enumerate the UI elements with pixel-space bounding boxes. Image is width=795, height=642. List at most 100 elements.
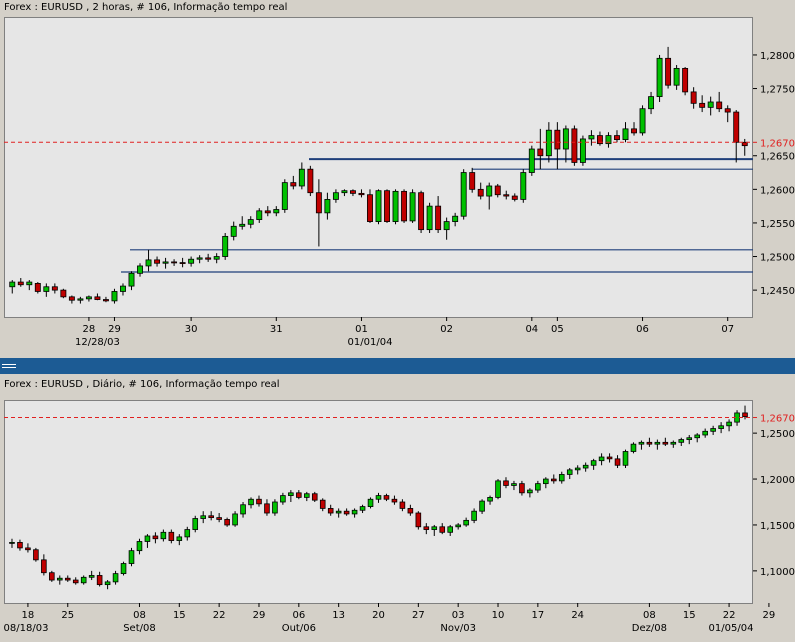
bullish-candle[interactable] xyxy=(375,190,382,222)
bullish-candle[interactable] xyxy=(707,101,714,108)
bullish-candle[interactable] xyxy=(443,221,450,231)
bearish-candle[interactable] xyxy=(51,286,58,291)
bullish-candle[interactable] xyxy=(230,225,237,237)
bearish-candle[interactable] xyxy=(179,262,186,264)
bearish-candle[interactable] xyxy=(716,101,723,110)
bearish-candle[interactable] xyxy=(384,190,390,222)
bullish-candle[interactable] xyxy=(341,190,348,194)
top-candlestick-chart[interactable]: 1,2450 1,2500 1,2550 1,2600 1,2650 1,2750 1,28… xyxy=(0,0,795,358)
time-tick-label: 29 xyxy=(763,610,776,621)
bullish-candle[interactable] xyxy=(281,182,288,210)
bearish-candle[interactable] xyxy=(315,192,322,214)
bearish-candle[interactable] xyxy=(682,67,689,93)
splitter-grip-icon[interactable] xyxy=(2,364,16,368)
bearish-candle[interactable] xyxy=(418,192,425,231)
bearish-candle[interactable] xyxy=(17,281,24,286)
bullish-candle[interactable] xyxy=(409,192,416,222)
bullish-candle[interactable] xyxy=(120,285,126,292)
bullish-candle[interactable] xyxy=(392,190,399,222)
bearish-candle[interactable] xyxy=(102,299,109,302)
bearish-candle[interactable] xyxy=(307,168,314,194)
bearish-candle[interactable] xyxy=(537,148,544,157)
bearish-candle[interactable] xyxy=(358,192,365,196)
bullish-candle[interactable] xyxy=(528,148,535,173)
bearish-candle[interactable] xyxy=(614,135,620,141)
bullish-candle[interactable] xyxy=(77,298,84,301)
bullish-candle[interactable] xyxy=(239,223,246,227)
bullish-candle[interactable] xyxy=(562,128,569,150)
bearish-candle[interactable] xyxy=(571,128,578,163)
price-tick-label: 1,2550 xyxy=(760,219,795,230)
time-tick-label: 29 xyxy=(108,324,121,335)
time-tick-label: 10 xyxy=(492,610,505,621)
bearish-candle[interactable] xyxy=(171,261,178,264)
bullish-candle[interactable] xyxy=(486,185,493,197)
bullish-candle[interactable] xyxy=(324,199,331,214)
bearish-candle[interactable] xyxy=(477,188,484,197)
bullish-candle[interactable] xyxy=(111,291,118,302)
bearish-candle[interactable] xyxy=(401,190,408,222)
bearish-candle[interactable] xyxy=(699,102,706,108)
price-tick-label: 1,2500 xyxy=(760,253,795,264)
bearish-candle[interactable] xyxy=(264,210,271,214)
bullish-candle[interactable] xyxy=(256,210,263,220)
bullish-candle[interactable] xyxy=(520,172,527,200)
bearish-candle[interactable] xyxy=(511,195,518,200)
time-tick-label: 06 xyxy=(636,324,649,335)
time-tick-label: 08 xyxy=(643,610,656,621)
bearish-candle[interactable] xyxy=(665,57,672,86)
bullish-candle[interactable] xyxy=(298,168,305,187)
bearish-candle[interactable] xyxy=(367,194,373,222)
bullish-candle[interactable] xyxy=(332,192,339,200)
price-tick-label: 1,2000 xyxy=(760,475,795,486)
bearish-candle[interactable] xyxy=(724,108,731,113)
panel-splitter[interactable] xyxy=(0,358,795,374)
bearish-candle[interactable] xyxy=(494,185,501,196)
bullish-candle[interactable] xyxy=(545,129,552,157)
bearish-candle[interactable] xyxy=(94,296,101,300)
bearish-candle[interactable] xyxy=(503,194,510,197)
bearish-candle[interactable] xyxy=(68,296,75,301)
bullish-candle[interactable] xyxy=(452,215,459,222)
bullish-candle[interactable] xyxy=(656,57,663,98)
bearish-candle[interactable] xyxy=(349,190,356,194)
bullish-candle[interactable] xyxy=(222,235,229,257)
bearish-candle[interactable] xyxy=(690,91,697,104)
bottom-chart-plot-area[interactable] xyxy=(4,400,753,604)
bearish-candle[interactable] xyxy=(60,289,67,298)
bearish-candle[interactable] xyxy=(154,259,161,264)
bearish-candle[interactable] xyxy=(631,128,637,134)
bearish-candle[interactable] xyxy=(469,172,476,190)
bullish-candle[interactable] xyxy=(137,265,143,274)
bullish-candle[interactable] xyxy=(639,108,646,134)
bullish-candle[interactable] xyxy=(588,135,595,140)
bullish-candle[interactable] xyxy=(43,286,50,292)
bullish-candle[interactable] xyxy=(128,272,135,287)
bearish-candle[interactable] xyxy=(290,182,297,187)
bullish-candle[interactable] xyxy=(145,259,152,267)
price-tick-label: 1,1000 xyxy=(760,567,795,578)
time-tick-label: 22 xyxy=(213,610,226,621)
bullish-candle[interactable] xyxy=(162,261,169,264)
bullish-candle[interactable] xyxy=(196,257,203,260)
bearish-candle[interactable] xyxy=(733,111,740,143)
bearish-candle[interactable] xyxy=(34,283,41,292)
bearish-candle[interactable] xyxy=(741,141,748,147)
bullish-candle[interactable] xyxy=(85,296,92,300)
date-sub-label: Nov/03 xyxy=(440,623,476,634)
bullish-candle[interactable] xyxy=(622,128,629,141)
bullish-candle[interactable] xyxy=(9,281,16,288)
bearish-candle[interactable] xyxy=(435,205,442,231)
bullish-candle[interactable] xyxy=(26,281,33,286)
bearish-candle[interactable] xyxy=(554,129,561,150)
bullish-candle[interactable] xyxy=(247,219,254,225)
bullish-candle[interactable] xyxy=(213,256,220,260)
bullish-candle[interactable] xyxy=(460,172,467,217)
bullish-candle[interactable] xyxy=(648,96,655,110)
bearish-candle[interactable] xyxy=(205,257,212,260)
bullish-candle[interactable] xyxy=(188,258,195,264)
bullish-candle[interactable] xyxy=(673,67,680,86)
bullish-candle[interactable] xyxy=(273,209,280,214)
time-tick-label: 08 xyxy=(133,610,146,621)
bullish-candle[interactable] xyxy=(426,205,433,231)
